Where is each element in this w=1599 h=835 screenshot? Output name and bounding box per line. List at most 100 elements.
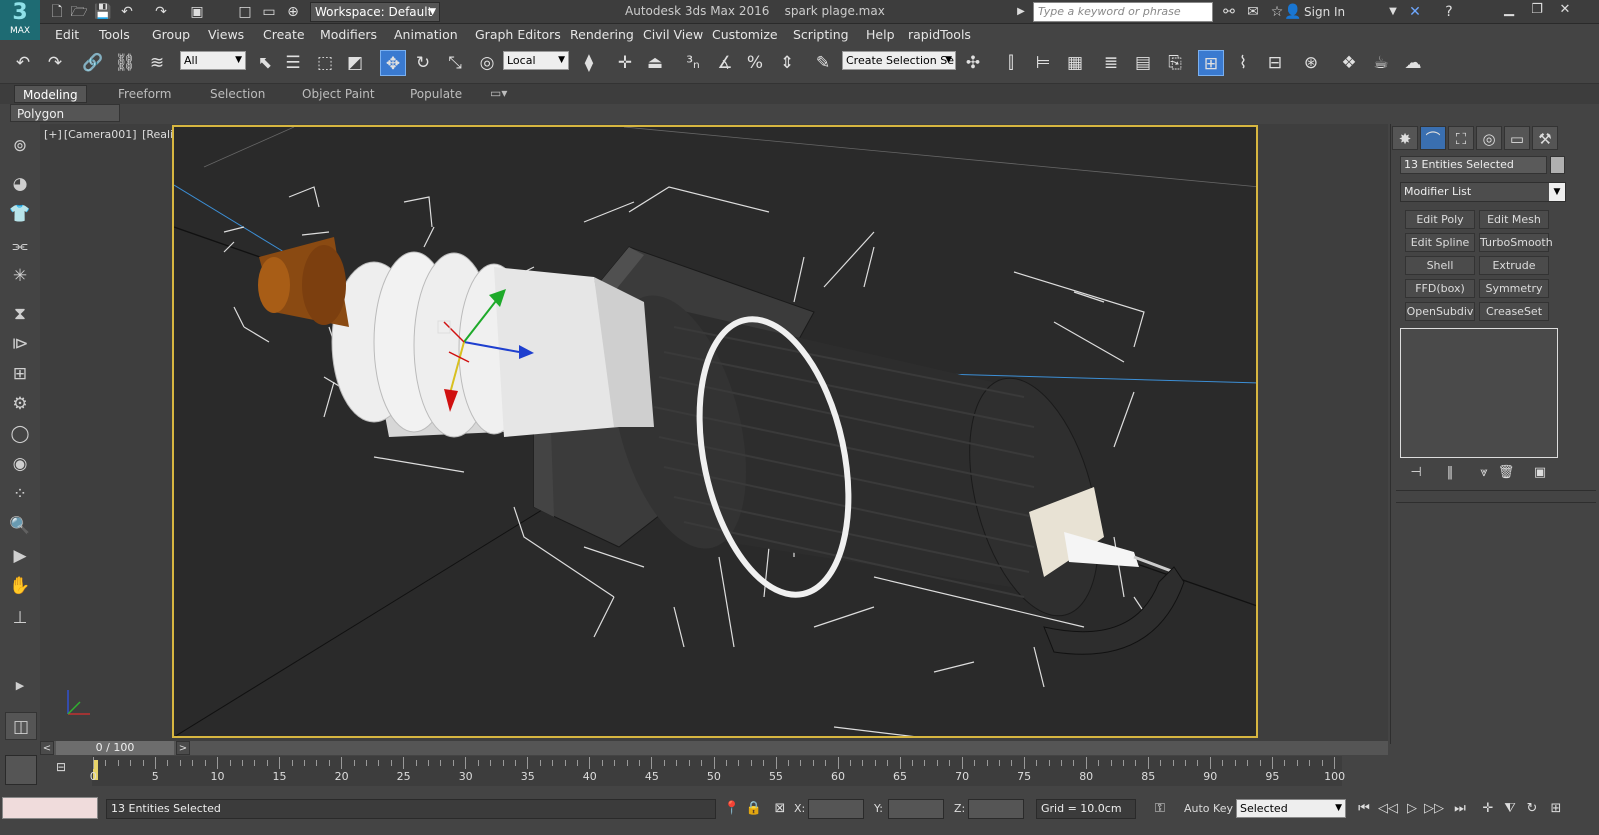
menu-graph-editors[interactable]: Graph Editors [475, 27, 561, 42]
modifier-ffd-box-button[interactable]: FFD(box) [1405, 279, 1475, 298]
menu-modifiers[interactable]: Modifiers [320, 27, 377, 42]
utilities-tab-icon[interactable]: ⚒ [1532, 126, 1558, 150]
align-icon[interactable]: ⊨ [1030, 50, 1056, 76]
walk-through-icon[interactable]: ▶ [6, 542, 34, 570]
time-slider[interactable] [40, 741, 1388, 755]
menu-animation[interactable]: Animation [394, 27, 458, 42]
maxscript-listener[interactable] [2, 797, 98, 819]
spinner-snap-icon[interactable]: ⇕ [774, 50, 800, 76]
edit-named-selection-icon[interactable]: ✎ [810, 50, 836, 76]
ribbon-toggle-icon[interactable]: ▤ [1130, 50, 1156, 76]
expand-arrow-icon[interactable]: ▶ [6, 672, 34, 700]
isolate-pin-icon[interactable]: 📍 [722, 800, 742, 818]
modifier-edit-mesh-button[interactable]: Edit Mesh [1479, 210, 1549, 229]
time-slider-thumb[interactable]: 0 / 100 [56, 741, 174, 755]
workspace-dropdown[interactable]: Workspace: Default ▼ [310, 2, 440, 22]
viewport-nav-toggle[interactable] [5, 755, 37, 785]
menu-group[interactable]: Group [152, 27, 190, 42]
communication-icon[interactable]: ✉ [1244, 3, 1262, 21]
z-coordinate-field[interactable] [968, 799, 1024, 819]
menu-scripting[interactable]: Scripting [793, 27, 849, 42]
tab-populate[interactable]: Populate [410, 87, 462, 101]
reference-coordinate-dropdown[interactable]: Local ▼ [503, 51, 569, 70]
angle-snap-icon[interactable]: ∡ [712, 50, 738, 76]
close-icon[interactable]: ✕ [1551, 1, 1579, 21]
scene-explorer-icon[interactable]: ⊚ [6, 132, 34, 160]
menu-create[interactable]: Create [263, 27, 305, 42]
absolute-mode-icon[interactable]: ⊠ [770, 800, 790, 818]
exchange-apps-icon[interactable]: ✕ [1406, 3, 1424, 21]
playback-icon[interactable]: ⧐ [6, 330, 34, 358]
help-icon[interactable]: ? [1440, 3, 1458, 21]
make-unique-icon[interactable]: ⩔ [1474, 465, 1494, 483]
orbit-icon[interactable]: ↻ [1522, 800, 1542, 818]
open-mini-curve-editor-icon[interactable]: ⊟ [52, 760, 70, 778]
select-and-scale-icon[interactable]: ⤡ [442, 50, 468, 76]
open-file-icon[interactable]: 🗁 [70, 3, 88, 21]
menu-edit[interactable]: Edit [55, 27, 79, 42]
app-logo-button[interactable]: 3 MAX [0, 0, 40, 40]
modifier-list-dropdown[interactable]: Modifier List ▼ [1400, 182, 1566, 202]
window2-icon[interactable]: ▭ [260, 3, 278, 21]
select-and-move-icon[interactable]: ✥ [380, 50, 406, 76]
undo-icon[interactable]: ↶ [10, 50, 36, 76]
menu-rendering[interactable]: Rendering [570, 27, 634, 42]
isolate-selection-icon[interactable]: ✣ [960, 50, 986, 76]
pan-hand-icon[interactable]: ✋ [6, 572, 34, 600]
viewport-camera[interactable]: [Camera001] [64, 128, 137, 141]
modifier-creaseset-button[interactable]: CreaseSet [1479, 302, 1549, 321]
cloth-icon[interactable]: 👕 [6, 200, 34, 228]
material-ball-icon[interactable]: ◉ [6, 450, 34, 478]
configure-modifier-sets-icon[interactable]: ▣ [1530, 465, 1550, 483]
previous-key-icon[interactable]: ◁◁ [1378, 800, 1398, 818]
curve-editor-icon[interactable]: ⎘ [1162, 50, 1188, 76]
set-key-icon[interactable]: ⚿ [1150, 800, 1170, 818]
arrow-right-icon[interactable]: ▶ [1012, 3, 1030, 21]
show-end-result-icon[interactable]: ‖ [1440, 465, 1460, 483]
next-key-icon[interactable]: ▷▷ [1424, 800, 1444, 818]
render-cloud-icon[interactable]: ☁ [1400, 50, 1426, 76]
sphere-icon[interactable]: ◯ [6, 420, 34, 448]
menu-civil-view[interactable]: Civil View [643, 27, 703, 42]
modifier-shell-button[interactable]: Shell [1405, 256, 1475, 275]
render-iterative-icon[interactable]: ☕ [1368, 50, 1394, 76]
particles-icon[interactable]: ✳ [6, 262, 34, 290]
modifier-symmetry-button[interactable]: Symmetry [1479, 279, 1549, 298]
modifier-opensubdiv-button[interactable]: OpenSubdiv [1405, 302, 1475, 321]
sequence-icon[interactable]: ⊞ [6, 360, 34, 388]
modify-tab-icon[interactable]: ⌒ [1420, 126, 1446, 150]
undo-icon[interactable]: ↶ [118, 3, 136, 21]
tab-freeform[interactable]: Freeform [118, 87, 171, 101]
zoom-icon[interactable]: 🔍 [6, 512, 34, 540]
remove-modifier-icon[interactable]: 🗑 [1496, 465, 1516, 483]
binoculars-icon[interactable]: ⚯ [1220, 3, 1238, 21]
viewport-menu[interactable]: [+] [44, 128, 62, 141]
tab-object-paint[interactable]: Object Paint [302, 87, 375, 101]
ribbon-options-icon[interactable]: ▭▾ [490, 86, 507, 100]
camera-viewport[interactable] [172, 125, 1258, 738]
project-folder-icon[interactable]: ▣ [188, 3, 206, 21]
field-of-view-icon[interactable]: ⧨ [1500, 800, 1520, 818]
play-icon[interactable]: ▷ [1402, 800, 1422, 818]
tube-icon[interactable]: ⫘ [6, 232, 34, 260]
go-to-start-icon[interactable]: ⏮ [1354, 800, 1374, 818]
render-production-icon[interactable]: ❖ [1336, 50, 1362, 76]
new-file-icon[interactable]: 🗋 [48, 3, 66, 21]
layer-manager-icon[interactable]: ≣ [1098, 50, 1124, 76]
render-setup-icon[interactable]: ⊟ [1262, 50, 1288, 76]
pivot-center-icon[interactable]: ⧫ [576, 50, 602, 76]
chevron-down-icon[interactable]: ▼ [1384, 3, 1402, 21]
display-tab-icon[interactable]: ▭ [1504, 126, 1530, 150]
menu-customize[interactable]: Customize [712, 27, 778, 42]
snaps-toggle-icon[interactable]: ³ₙ [680, 50, 706, 76]
menu-views[interactable]: Views [208, 27, 244, 42]
named-selection-set-dropdown[interactable]: Create Selection Se ▼ [842, 51, 956, 70]
next-frame-button[interactable]: > [176, 741, 190, 755]
modifier-edit-spline-button[interactable]: Edit Spline [1405, 233, 1475, 252]
save-file-icon[interactable]: 💾 [94, 3, 112, 21]
window-crossing-icon[interactable]: ◩ [342, 50, 368, 76]
pin-stack-icon[interactable]: ⊣ [1406, 465, 1426, 483]
keyframe-icon[interactable]: ⧗ [6, 300, 34, 328]
restore-icon[interactable]: ❐ [1523, 1, 1551, 21]
grid-points-icon[interactable]: ⁘ [6, 480, 34, 508]
